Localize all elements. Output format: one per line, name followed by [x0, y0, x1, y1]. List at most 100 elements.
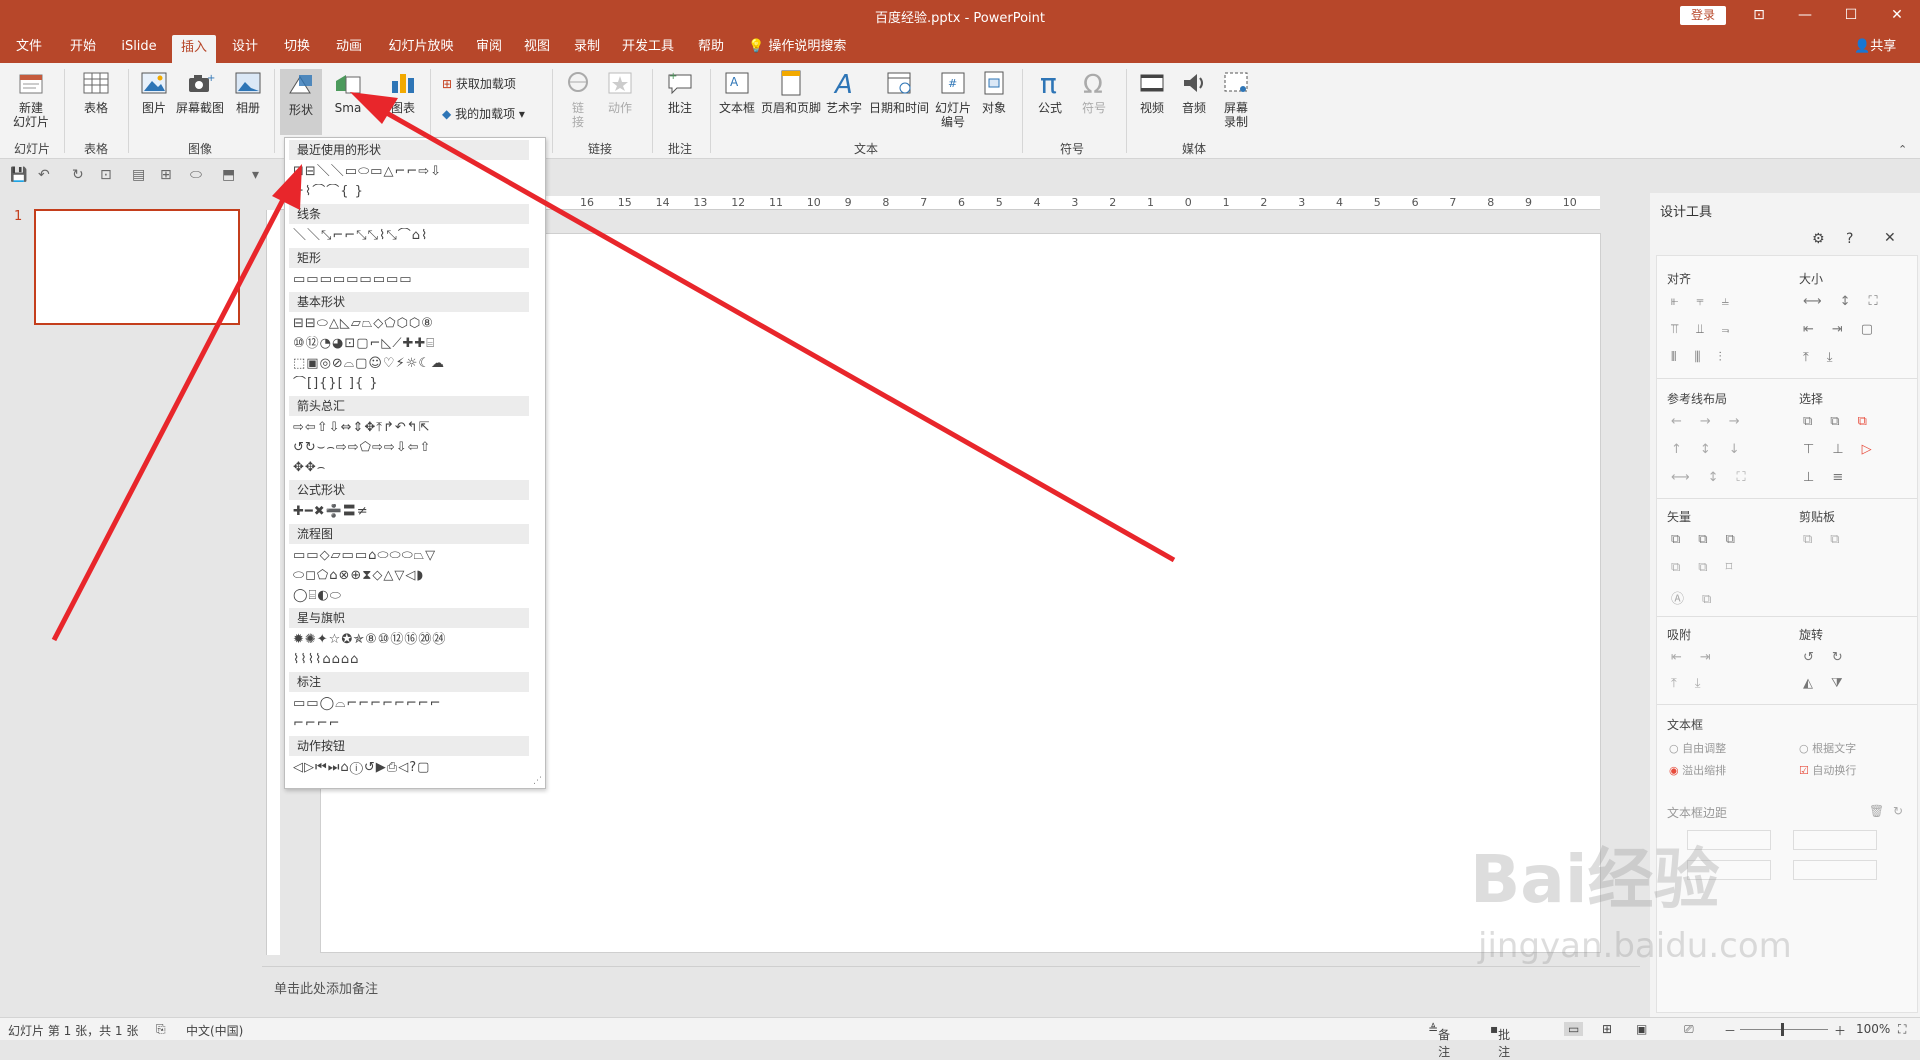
slide-sorter-icon[interactable]: ⊞	[1602, 1022, 1612, 1036]
size-icons-row-1[interactable]: ⟷↕⛶	[1803, 294, 1896, 309]
tab-developer[interactable]: 开发工具	[616, 31, 680, 63]
zoom-slider[interactable]	[1740, 1029, 1828, 1030]
vector-icons-row-3[interactable]: Ⓐ⧉	[1671, 588, 1729, 607]
reading-view-icon[interactable]: ▣	[1636, 1022, 1647, 1036]
shapes-row-basic-4[interactable]: ⌒[]{}[ ]{ }	[293, 376, 533, 392]
tab-record[interactable]: 录制	[564, 31, 610, 63]
arrange-icon[interactable]: ⬒	[222, 167, 235, 183]
language[interactable]: 中文(中国)	[186, 1022, 243, 1039]
shapes-row-recent-1[interactable]: ⊟⊟＼＼▭⬭▭△⌐⌐⇨⇩	[293, 164, 533, 180]
vertical-ruler[interactable]	[266, 210, 280, 955]
audio-button[interactable]: 音频	[1174, 69, 1214, 115]
shapes-row-equation[interactable]: ✚━✖➗〓≠	[293, 504, 533, 520]
vector-icons-row-2[interactable]: ⧉⧉⌑	[1671, 560, 1750, 575]
table-button[interactable]: 表格	[74, 69, 118, 115]
tab-insert[interactable]: 插入	[172, 35, 216, 63]
screenshot-button[interactable]: + 屏幕截图	[174, 69, 226, 115]
undo-icon[interactable]: ↶	[38, 167, 50, 183]
size-icons-row-3[interactable]: ⤒⤓	[1803, 350, 1851, 365]
login-button[interactable]: 登录	[1680, 6, 1726, 25]
select-icons-row-3[interactable]: ⊥≡	[1803, 470, 1861, 485]
smartart-button[interactable]: Sma	[328, 69, 368, 115]
shapes-row-stars-1[interactable]: ✹✺✦☆✪✯⑧⑩⑫⑯⑳㉔	[293, 632, 533, 648]
align-icons-row-3[interactable]: ⫴⫼⫶	[1671, 350, 1740, 365]
shapes-row-basic-1[interactable]: ⊟⊟⬭△◺▱⏢◇⬠⬡⬡⑧	[293, 316, 533, 332]
zoom-in-button[interactable]: ＋	[1834, 1022, 1846, 1039]
panel-close-icon[interactable]: ✕	[1884, 230, 1896, 246]
rotate-icons-row-2[interactable]: ◭⧩	[1803, 676, 1861, 691]
tab-file[interactable]: 文件	[6, 31, 52, 63]
save-icon[interactable]: 💾	[10, 167, 27, 183]
comment-button[interactable]: + 批注	[660, 69, 700, 115]
guide-icons-row-1[interactable]: ←→→	[1671, 414, 1758, 429]
reset-icon[interactable]: ↻	[1893, 804, 1903, 818]
ribbon-display-icon[interactable]: ⊡	[1736, 0, 1782, 31]
shapes-row-flow-3[interactable]: ◯⌸◐⬭	[293, 588, 533, 604]
snap-icons-row-2[interactable]: ⤒⤓	[1671, 676, 1719, 691]
picture-button[interactable]: 图片	[134, 69, 174, 115]
datetime-button[interactable]: 日期和时间	[866, 69, 932, 115]
shapes-row-action[interactable]: ◁▷⏮⏭⌂ⓘ↺▶⎙◁?▢	[293, 760, 533, 776]
album-button[interactable]: 相册	[228, 69, 268, 115]
tab-slideshow[interactable]: 幻灯片放映	[380, 31, 462, 63]
shapes-row-flow-2[interactable]: ⬭◻⬠⌂⊗⊕⧗◇△▽◁◗	[293, 568, 533, 584]
action-button[interactable]: 动作	[600, 69, 640, 115]
resize-grip-icon[interactable]: ⋰	[533, 776, 542, 786]
new-slide-button[interactable]: 新建 幻灯片	[6, 69, 56, 129]
tell-me-search[interactable]: 💡 操作说明搜索	[748, 31, 846, 63]
shapes-row-arrows-1[interactable]: ⇨⇦⇧⇩⇔⇕✥⤒↱↶↰⇱	[293, 420, 533, 436]
select-icons-row-1[interactable]: ⧉⧉⧉	[1803, 414, 1885, 429]
fit-slide-icon[interactable]: ⛶	[1898, 1022, 1906, 1037]
chart-button[interactable]: 图表	[382, 69, 424, 115]
notes-toggle[interactable]: ≜ 备注	[1428, 1022, 1450, 1059]
tab-view[interactable]: 视图	[514, 31, 560, 63]
size-icons-row-2[interactable]: ⇤⇥▢	[1803, 322, 1891, 337]
margin-right-input[interactable]	[1793, 830, 1877, 850]
shapes-row-stars-2[interactable]: ⌇⌇⌇⌇⌂⌂⌂⌂	[293, 652, 533, 668]
shapes-row-rectangles[interactable]: ▭▭▭▭▭▭▭▭▭	[293, 272, 533, 288]
select-icons-row-2[interactable]: ⊤⊥▷	[1803, 442, 1890, 457]
slide-number-button[interactable]: # 幻灯片 编号	[932, 69, 974, 129]
align-icons-row-2[interactable]: ⫪⫫⫬	[1671, 322, 1747, 337]
free-adjust-option[interactable]: ○ 自由调整	[1669, 740, 1726, 756]
minimize-button[interactable]: —	[1782, 0, 1828, 31]
comments-toggle[interactable]: ▪ 批注	[1490, 1022, 1510, 1059]
get-addins-button[interactable]: ⊞ 获取加载项	[442, 77, 546, 91]
symbol-button[interactable]: Ω 符号	[1074, 69, 1114, 115]
shapes-row-basic-2[interactable]: ⑩⑫◔◕⊡▢⌐◺⟋✚✚⌸	[293, 336, 533, 352]
header-footer-button[interactable]: 页眉和页脚	[758, 69, 824, 115]
guide-icons-row-2[interactable]: ↑↕↓	[1671, 442, 1758, 457]
help-icon[interactable]: ?	[1846, 231, 1853, 247]
screen-record-button[interactable]: 屏幕 录制	[1216, 69, 1256, 129]
shapes-row-arrows-2[interactable]: ↺↻⌣⌢⇨⇨⬠⇨⇨⇩⇦⇧	[293, 440, 533, 456]
tab-help[interactable]: 帮助	[688, 31, 734, 63]
trash-icon[interactable]: 🗑	[1869, 804, 1884, 818]
tab-animations[interactable]: 动画	[326, 31, 372, 63]
fit-text-option[interactable]: ○ 根据文字	[1799, 740, 1856, 756]
settings-icon[interactable]: ⚙	[1812, 231, 1825, 247]
tab-islide[interactable]: iSlide	[114, 31, 164, 63]
tab-design[interactable]: 设计	[222, 31, 268, 63]
link-button[interactable]: 链 接	[560, 69, 596, 129]
guide-icons-row-3[interactable]: ⟷↕⛶	[1671, 470, 1764, 485]
tab-transitions[interactable]: 切换	[274, 31, 320, 63]
customize-qat-icon[interactable]: ▾	[252, 167, 259, 183]
align-icons-row-1[interactable]: ⫦⫧⫨	[1671, 294, 1747, 309]
slide-icon[interactable]: ▤	[132, 167, 145, 183]
wordart-button[interactable]: A 艺术字	[824, 69, 864, 115]
equation-button[interactable]: π 公式	[1030, 69, 1070, 115]
collapse-ribbon-icon[interactable]: ⌃	[1898, 143, 1907, 156]
zoom-level[interactable]: 100%	[1856, 1022, 1890, 1036]
shapes-qat-icon[interactable]: ⬭	[190, 167, 202, 183]
my-addins-button[interactable]: ◆ 我的加载项 ▾	[442, 107, 546, 121]
shapes-row-lines[interactable]: ＼＼⤡⌐⌐⤡⤡⌇⤡⌒⌂⌇	[293, 228, 533, 244]
notes-pane[interactable]: 单击此处添加备注	[262, 966, 1640, 1004]
overflow-shrink-option[interactable]: ◉ 溢出缩排	[1669, 762, 1726, 778]
slideshow-icon[interactable]: ⎚	[1684, 1022, 1694, 1037]
margin-bottom-input[interactable]	[1793, 860, 1877, 880]
zoom-out-button[interactable]: －	[1724, 1022, 1736, 1039]
clipboard-icons[interactable]: ⧉⧉	[1803, 532, 1858, 547]
object-button[interactable]: 对象	[976, 69, 1012, 115]
video-button[interactable]: 视频	[1132, 69, 1172, 115]
share-button[interactable]: 👤共享	[1854, 31, 1896, 63]
